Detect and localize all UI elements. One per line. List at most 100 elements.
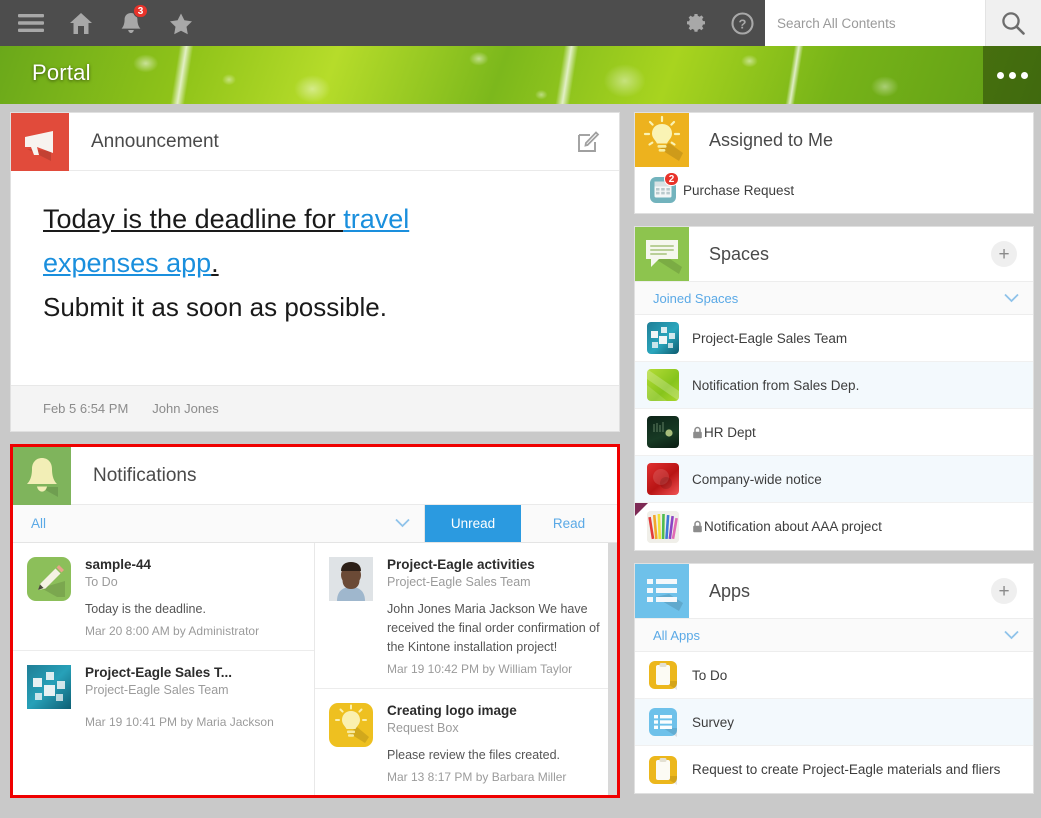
app-item-request-to-create-materials[interactable]: Request to create Project-Eagle material… [635, 746, 1033, 793]
space-item-label: Notification from Sales Dep. [692, 378, 859, 393]
lock-icon [692, 520, 703, 533]
notification-title: Project-Eagle Sales T... [85, 665, 302, 680]
page-title: Portal [32, 60, 91, 86]
help-icon[interactable]: ? [719, 0, 765, 46]
megaphone-icon [11, 113, 69, 171]
list-icon [635, 564, 689, 618]
user-avatar-icon [329, 557, 373, 601]
notification-body: Today is the deadline. [85, 600, 302, 619]
assigned-to-me-card: Assigned to Me 2 Purchase Request [634, 112, 1034, 214]
edit-icon[interactable] [576, 113, 619, 170]
notification-item[interactable]: Creating logo image Request Box Please r… [315, 689, 617, 795]
notification-title: Creating logo image [387, 703, 605, 718]
chevron-down-icon [395, 516, 410, 531]
plus-icon[interactable]: + [991, 578, 1017, 604]
announcement-body: Today is the deadline for travel expense… [11, 171, 619, 385]
spaces-header: Spaces + [635, 227, 1033, 281]
notification-subtitle: To Do [85, 575, 302, 589]
gear-icon[interactable] [673, 0, 719, 46]
notification-text: Project-Eagle activities Project-Eagle S… [387, 557, 605, 676]
announcement-period: . [211, 248, 219, 278]
space-item-notification-from-sales-dep[interactable]: Notification from Sales Dep. [635, 362, 1033, 409]
notifications-left-column: sample-44 To Do Today is the deadline. M… [13, 543, 315, 795]
notification-meta: Mar 19 10:41 PM by Maria Jackson [85, 715, 302, 729]
left-column: Announcement Today is the deadline for t… [10, 112, 620, 798]
announcement-spacer [43, 327, 589, 371]
assigned-item-purchase-request[interactable]: 2 Purchase Request [635, 167, 1033, 213]
announcement-line-3: Submit it as soon as possible. [43, 285, 589, 327]
bell-badge: 3 [133, 4, 148, 18]
space-item-notification-about-aaa-project[interactable]: Notification about AAA project [635, 503, 1033, 550]
apps-subheader-label: All Apps [653, 628, 700, 643]
banner-background-image [0, 46, 1041, 104]
announcement-line-2: expenses app. [43, 241, 589, 285]
top-bar: 3 ? [0, 0, 1041, 46]
space-item-project-eagle-sales-team[interactable]: Project-Eagle Sales Team [635, 315, 1033, 362]
assigned-to-me-title: Assigned to Me [689, 113, 1033, 167]
notification-item[interactable]: sample-44 To Do Today is the deadline. M… [13, 543, 314, 651]
svg-text:?: ? [738, 16, 746, 31]
announcement-header: Announcement [11, 113, 619, 171]
notifications-filter-select[interactable]: All [13, 505, 424, 542]
space-item-label: Project-Eagle Sales Team [692, 331, 847, 346]
search-button[interactable] [985, 0, 1041, 46]
menu-icon[interactable] [8, 0, 54, 46]
app-item-to-do[interactable]: To Do [635, 652, 1033, 699]
apps-subheader[interactable]: All Apps [635, 618, 1033, 652]
right-column: Assigned to Me 2 Purchase Request [634, 112, 1034, 806]
notifications-filter-bar: All Unread Read [13, 505, 617, 543]
spaces-card: Spaces + Joined Spaces [634, 226, 1034, 551]
notification-body: John Jones Maria Jackson We have receive… [387, 600, 605, 657]
star-icon[interactable] [158, 0, 204, 46]
space-red-icon [647, 463, 679, 495]
search-bar [765, 0, 1041, 46]
tab-unread[interactable]: Unread [425, 505, 521, 542]
tab-read[interactable]: Read [521, 505, 617, 542]
space-item-company-wide-notice[interactable]: Company-wide notice [635, 456, 1033, 503]
announcement-title: Announcement [69, 113, 576, 170]
notifications-card: Notifications All Unread Read [13, 447, 617, 795]
space-item-hr-dept[interactable]: HR Dept [635, 409, 1033, 456]
announcement-link-part2[interactable]: expenses app [43, 248, 211, 278]
announcement-link-part1[interactable]: travel [343, 204, 409, 234]
announcement-line-1: Today is the deadline for travel [43, 197, 589, 241]
notifications-columns: sample-44 To Do Today is the deadline. M… [13, 543, 617, 795]
notifications-scrollbar[interactable] [608, 543, 617, 795]
apps-title: Apps [689, 564, 991, 618]
bell-icon[interactable]: 3 [108, 0, 154, 46]
notification-item[interactable]: Project-Eagle activities Project-Eagle S… [315, 543, 617, 689]
announcement-timestamp: Feb 5 6:54 PM [43, 401, 128, 416]
portal-banner: Portal [0, 46, 1041, 104]
space-pencils-icon [647, 511, 679, 543]
speech-bubble-icon [635, 227, 689, 281]
spaces-subheader-label: Joined Spaces [653, 291, 738, 306]
announcement-author: John Jones [152, 401, 219, 416]
notification-meta: Mar 20 8:00 AM by Administrator [85, 624, 302, 638]
notification-subtitle: Project-Eagle Sales Team [387, 575, 605, 589]
space-item-label: Company-wide notice [692, 472, 822, 487]
notification-text: Project-Eagle Sales T... Project-Eagle S… [85, 665, 302, 729]
assigned-item-label: Purchase Request [683, 183, 794, 198]
lightbulb-icon [635, 113, 689, 167]
notification-title: Project-Eagle activities [387, 557, 605, 572]
plus-icon[interactable]: + [991, 241, 1017, 267]
notification-item[interactable]: Project-Eagle Sales T... Project-Eagle S… [13, 651, 314, 741]
search-input[interactable] [765, 0, 985, 46]
space-item-label-wrapper: HR Dept [692, 425, 756, 440]
clipboard-app-icon [647, 659, 679, 691]
app-item-survey[interactable]: Survey [635, 699, 1033, 746]
more-options-icon[interactable] [983, 46, 1041, 104]
spaces-subheader[interactable]: Joined Spaces [635, 281, 1033, 315]
apps-header: Apps + [635, 564, 1033, 618]
announcement-footer: Feb 5 6:54 PM John Jones [11, 385, 619, 431]
notifications-header: Notifications [13, 447, 617, 505]
list-app-icon [647, 706, 679, 738]
portal-body: Announcement Today is the deadline for t… [0, 104, 1041, 818]
assigned-item-badge: 2 [664, 172, 679, 186]
chevron-down-icon [1004, 628, 1019, 643]
home-icon[interactable] [58, 0, 104, 46]
top-bar-right: ? [673, 0, 1041, 46]
notification-subtitle: Project-Eagle Sales Team [85, 683, 302, 697]
notification-text: sample-44 To Do Today is the deadline. M… [85, 557, 302, 638]
space-item-label-wrapper: Notification about AAA project [692, 519, 882, 534]
